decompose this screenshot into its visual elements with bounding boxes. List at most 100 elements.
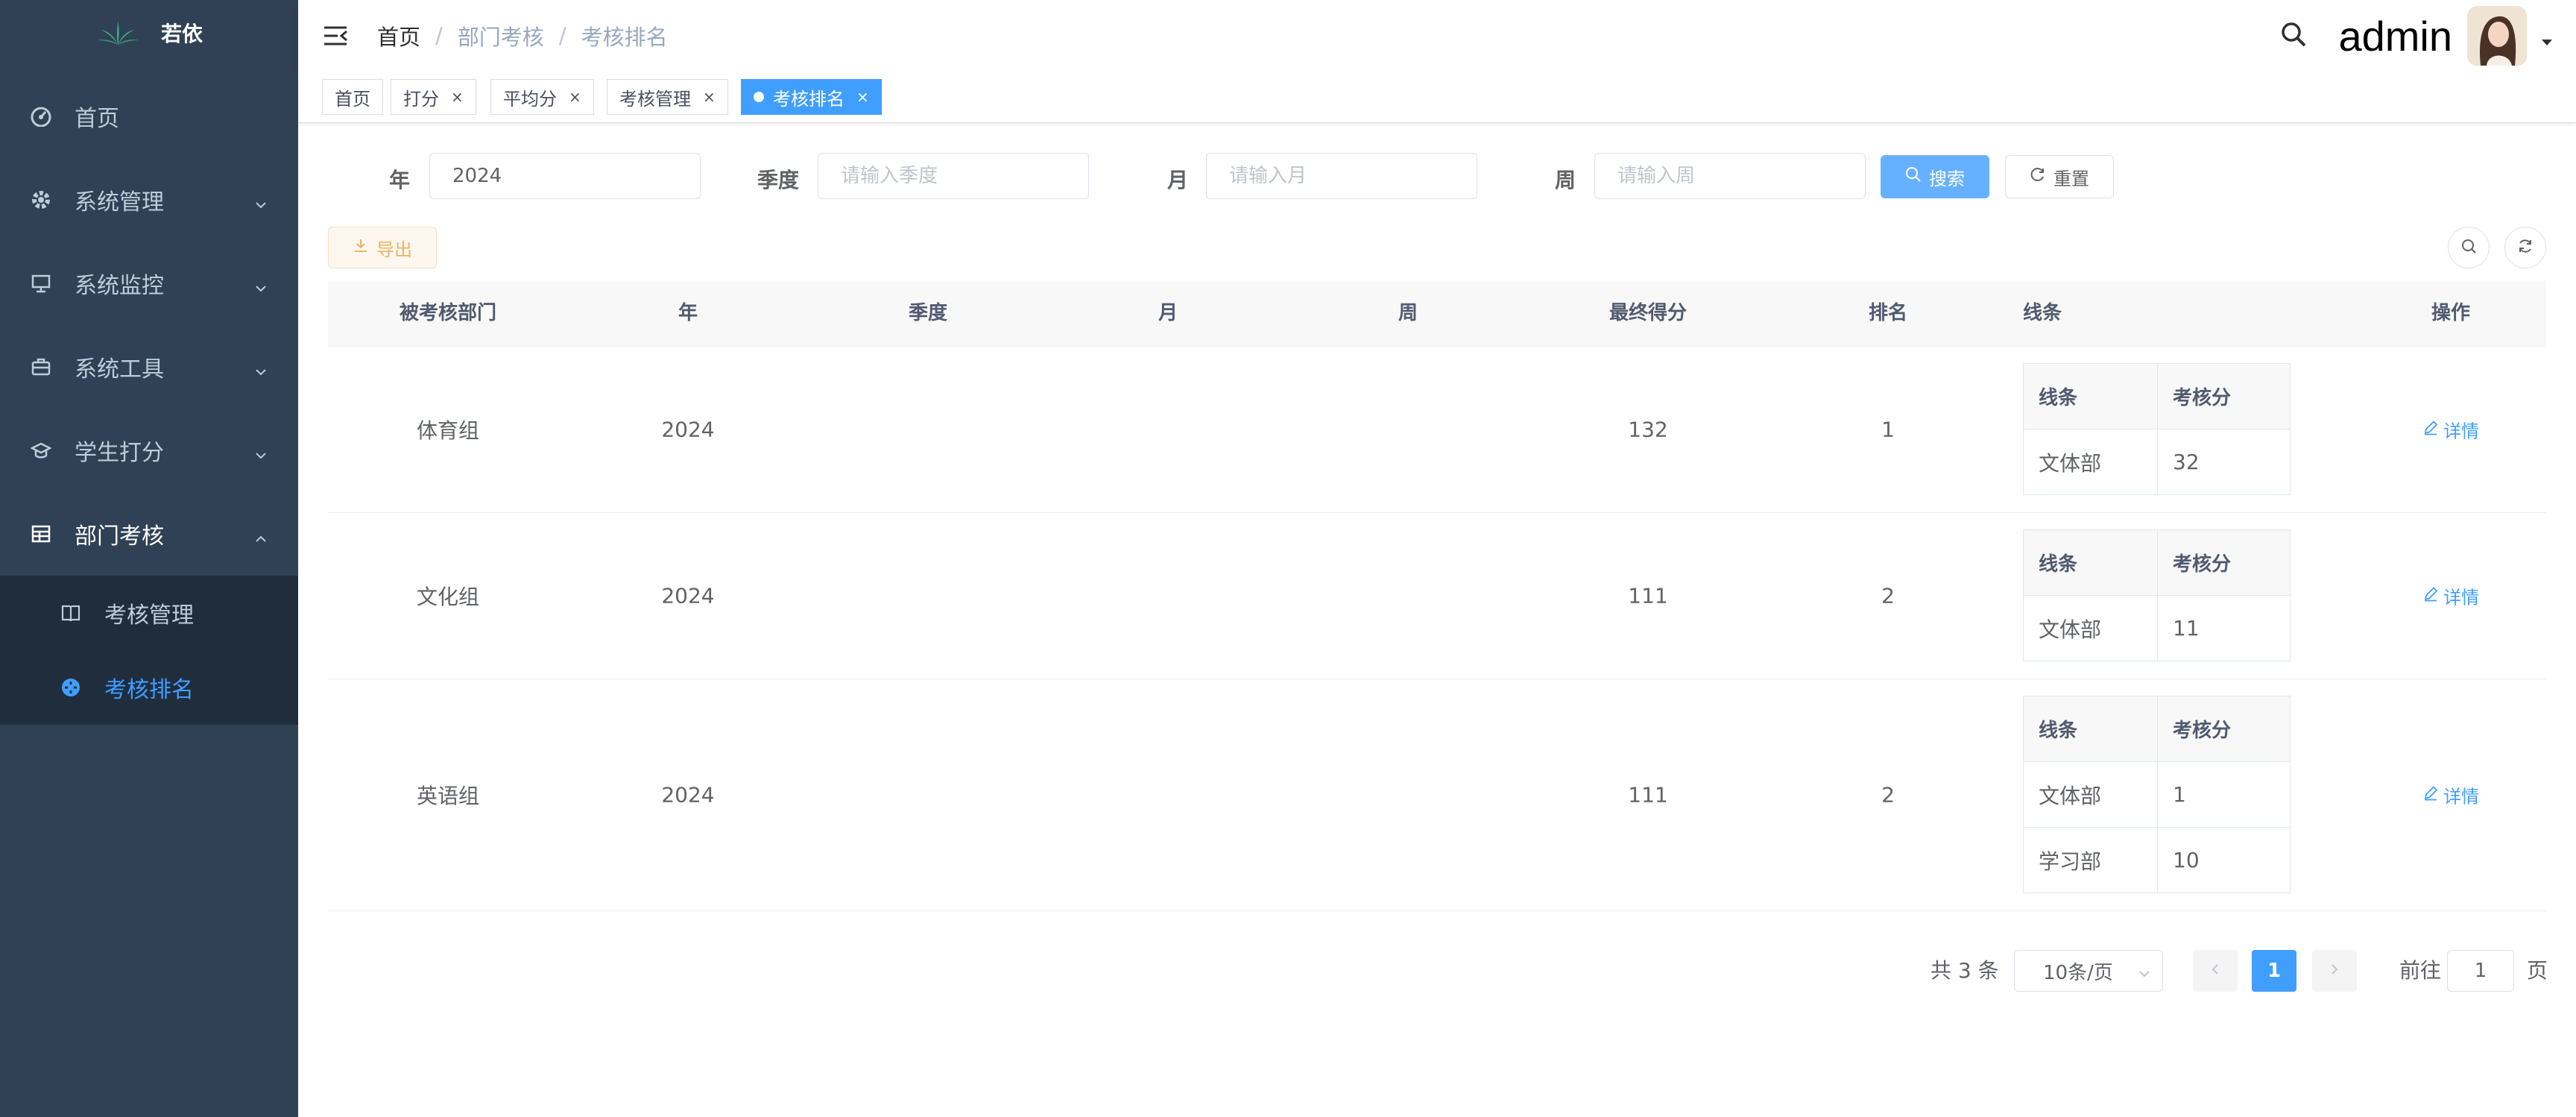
tag-average[interactable]: 平均分 × bbox=[490, 79, 594, 115]
edit-icon bbox=[2422, 419, 2439, 440]
goto-label: 前往 bbox=[2399, 958, 2442, 983]
sidebar-item-label: 首页 bbox=[75, 106, 119, 132]
tag-home[interactable]: 首页 bbox=[322, 79, 383, 115]
cell-rank: 2 bbox=[1881, 782, 1895, 808]
line-score-table: 线条 考核分 文体部 32 bbox=[2023, 363, 2291, 495]
tag-score[interactable]: 打分 × bbox=[391, 79, 476, 115]
cell-rank: 2 bbox=[1881, 583, 1895, 608]
detail-button[interactable]: 详情 bbox=[2399, 782, 2503, 808]
page-number[interactable]: 1 bbox=[2252, 950, 2296, 992]
ranking-icon bbox=[60, 676, 82, 699]
inner-cell-score: 32 bbox=[2157, 429, 2291, 495]
month-input[interactable] bbox=[1206, 153, 1477, 199]
search-icon bbox=[2460, 237, 2478, 258]
sidebar-item-label: 考核排名 bbox=[104, 677, 194, 703]
sidebar-item-label: 考核管理 bbox=[104, 602, 194, 629]
search-button[interactable]: 搜索 bbox=[1881, 155, 1989, 198]
username[interactable]: admin bbox=[2338, 12, 2452, 60]
next-page-button[interactable] bbox=[2312, 950, 2357, 992]
refresh-button[interactable] bbox=[2504, 227, 2546, 268]
toggle-search-button[interactable] bbox=[2448, 227, 2490, 268]
column-header: 线条 bbox=[2023, 302, 2062, 324]
prev-page-button[interactable] bbox=[2193, 950, 2238, 992]
chevron-right-icon bbox=[2327, 960, 2342, 982]
breadcrumb-dept-assessment[interactable]: 部门考核 bbox=[458, 20, 544, 51]
breadcrumb-separator: / bbox=[558, 23, 566, 48]
avatar[interactable] bbox=[2467, 6, 2527, 66]
inner-cell-line: 文体部 bbox=[2023, 595, 2158, 661]
sidebar-item-monitor[interactable]: 系统监控 bbox=[0, 242, 298, 325]
close-icon[interactable]: × bbox=[703, 88, 716, 106]
year-input[interactable] bbox=[429, 153, 701, 199]
search-icon[interactable] bbox=[2279, 19, 2308, 52]
cell-score: 132 bbox=[1628, 417, 1668, 442]
column-header: 年 bbox=[678, 302, 698, 324]
cell-score: 111 bbox=[1628, 782, 1668, 808]
sidebar-item-assessment-ranking[interactable]: 考核排名 bbox=[0, 650, 298, 725]
hamburger-icon[interactable] bbox=[321, 21, 350, 51]
close-icon[interactable]: × bbox=[856, 88, 869, 106]
inner-cell-line: 文体部 bbox=[2023, 429, 2158, 495]
inner-header: 考核分 bbox=[2157, 363, 2291, 430]
sidebar-item-home[interactable]: 首页 bbox=[0, 75, 298, 158]
refresh-icon bbox=[2030, 166, 2046, 187]
ranking-table: 被考核部门 年 季度 月 周 最终得分 排名 线条 操作 体育组 2024 13… bbox=[328, 280, 2546, 911]
download-icon bbox=[353, 237, 369, 258]
cell-rank: 1 bbox=[1881, 417, 1895, 442]
sidebar-item-dept-assessment[interactable]: 部门考核 bbox=[0, 492, 298, 576]
detail-button[interactable]: 详情 bbox=[2399, 417, 2503, 443]
breadcrumb-home[interactable]: 首页 bbox=[377, 20, 420, 51]
tag-assessment-ranking[interactable]: 考核排名 × bbox=[741, 79, 882, 115]
close-icon[interactable]: × bbox=[451, 88, 464, 106]
year-label: 年 bbox=[389, 168, 411, 192]
month-label: 月 bbox=[1167, 168, 1189, 192]
chevron-down-icon bbox=[253, 276, 268, 302]
inner-header: 线条 bbox=[2023, 363, 2158, 430]
column-header: 操作 bbox=[2431, 302, 2470, 324]
detail-button[interactable]: 详情 bbox=[2399, 583, 2503, 609]
table-icon bbox=[30, 523, 52, 545]
sidebar-item-student-score[interactable]: 学生打分 bbox=[0, 409, 298, 492]
logo[interactable]: 若依 bbox=[0, 0, 298, 66]
line-score-table: 线条 考核分 文体部 11 bbox=[2023, 529, 2291, 661]
tag-label: 平均分 bbox=[503, 88, 557, 110]
sidebar-item-tools[interactable]: 系统工具 bbox=[0, 325, 298, 409]
sidebar-item-assessment-manage[interactable]: 考核管理 bbox=[0, 576, 298, 650]
table-header: 被考核部门 年 季度 月 周 最终得分 排名 线条 操作 bbox=[328, 280, 2546, 347]
page-size-value: 10条/页 bbox=[2043, 961, 2113, 984]
page-size-select[interactable]: 10条/页 bbox=[2014, 950, 2163, 992]
tag-label: 考核管理 bbox=[619, 88, 691, 110]
week-input[interactable] bbox=[1594, 153, 1866, 199]
close-icon[interactable]: × bbox=[569, 88, 581, 106]
sidebar-item-label: 系统管理 bbox=[75, 189, 164, 215]
detail-label: 详情 bbox=[2443, 587, 2479, 608]
quarter-input[interactable] bbox=[818, 153, 1089, 199]
caret-down-icon[interactable] bbox=[2540, 37, 2554, 51]
edit-icon bbox=[2422, 784, 2439, 805]
detail-label: 详情 bbox=[2443, 786, 2479, 808]
pagination: 共 3 条 10条/页 1 前往 页 bbox=[0, 950, 2576, 992]
inner-cell-score: 1 bbox=[2157, 761, 2291, 828]
inner-header: 考核分 bbox=[2157, 696, 2291, 762]
app-title: 若依 bbox=[160, 22, 203, 46]
search-button-label: 搜索 bbox=[1929, 168, 1965, 189]
chevron-up-icon bbox=[253, 526, 268, 553]
column-header: 最终得分 bbox=[1609, 302, 1687, 324]
monitor-icon bbox=[30, 272, 52, 295]
goto-page-input[interactable] bbox=[2447, 950, 2514, 992]
edit-icon bbox=[2422, 585, 2439, 606]
chevron-down-icon bbox=[253, 443, 268, 469]
tag-label: 首页 bbox=[335, 88, 370, 110]
inner-header: 线条 bbox=[2023, 696, 2158, 762]
tag-label: 打分 bbox=[403, 88, 439, 110]
cell-dept: 体育组 bbox=[416, 418, 479, 443]
tag-assessment-manage[interactable]: 考核管理 × bbox=[607, 79, 728, 115]
logo-icon bbox=[96, 21, 139, 45]
sidebar-item-label: 系统监控 bbox=[75, 273, 164, 299]
export-button[interactable]: 导出 bbox=[328, 227, 437, 268]
reset-button[interactable]: 重置 bbox=[2005, 155, 2114, 198]
pagination-total: 共 3 条 bbox=[1931, 958, 1999, 983]
sidebar-item-system[interactable]: 系统管理 bbox=[0, 158, 298, 242]
sidebar-item-label: 系统工具 bbox=[75, 356, 164, 383]
education-icon bbox=[30, 439, 52, 462]
